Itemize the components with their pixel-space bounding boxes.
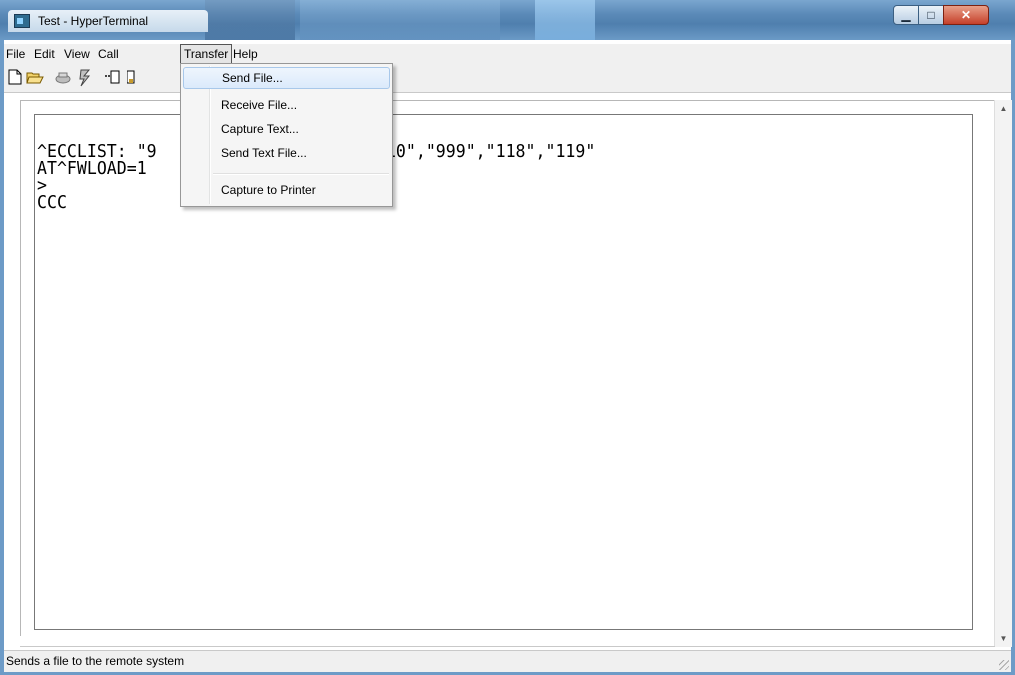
menu-view[interactable]: View	[64, 45, 90, 63]
maximize-button[interactable]: □	[918, 5, 944, 25]
titlebar-glass	[205, 0, 295, 40]
new-icon[interactable]	[6, 69, 24, 87]
hyperterminal-app-icon[interactable]	[14, 14, 30, 28]
menu-edit[interactable]: Edit	[34, 45, 55, 63]
menu-file[interactable]: File	[6, 45, 25, 63]
scroll-down-arrow-icon[interactable]: ▼	[995, 630, 1012, 647]
menu-item-capture-text[interactable]: Capture Text...	[183, 119, 390, 141]
hyperterminal-window: Test - HyperTerminal ▁ □ ✕ File Edit Vie…	[0, 0, 1015, 675]
status-bar: Sends a file to the remote system	[4, 650, 1011, 672]
open-icon[interactable]	[26, 69, 44, 87]
menu-transfer[interactable]: Transfer	[180, 44, 233, 64]
disconnect-icon[interactable]	[76, 69, 94, 87]
scroll-up-arrow-icon[interactable]: ▲	[995, 100, 1012, 117]
window-title: Test - HyperTerminal	[38, 14, 149, 28]
send-icon[interactable]	[104, 69, 122, 87]
close-button[interactable]: ✕	[943, 5, 989, 25]
menu-help[interactable]: Help	[233, 45, 258, 63]
menu-item-receive-file[interactable]: Receive File...	[183, 95, 390, 117]
minimize-button[interactable]: ▁	[893, 5, 919, 25]
status-text: Sends a file to the remote system	[6, 654, 185, 668]
connect-icon[interactable]	[54, 69, 72, 87]
menu-item-send-text-file[interactable]: Send Text File...	[183, 143, 390, 165]
receive-icon[interactable]	[122, 69, 140, 87]
window-frame-left	[0, 40, 4, 675]
menu-bar: File Edit View Call Transfer Help	[4, 44, 1011, 65]
title-bar[interactable]: Test - HyperTerminal ▁ □ ✕	[0, 0, 1015, 40]
window-controls: ▁ □ ✕	[893, 5, 1007, 27]
resize-grip-icon[interactable]	[999, 660, 1009, 670]
terminal-bottom-border	[20, 646, 995, 647]
menu-call[interactable]: Call	[98, 45, 119, 63]
menu-separator	[213, 173, 389, 175]
menu-item-send-file[interactable]: Send File...	[183, 67, 390, 89]
titlebar-glass	[535, 0, 595, 40]
terminal-screen[interactable]: ^ECCLIST: "9 3","110","999","118","119" A…	[34, 114, 973, 630]
toolbar	[4, 64, 1011, 93]
transfer-dropdown-menu: Send File... Receive File... Capture Tex…	[180, 63, 393, 207]
menu-item-capture-to-printer[interactable]: Capture to Printer	[183, 180, 390, 202]
titlebar-glass	[300, 0, 500, 40]
vertical-scrollbar[interactable]: ▲ ▼	[994, 100, 1012, 647]
